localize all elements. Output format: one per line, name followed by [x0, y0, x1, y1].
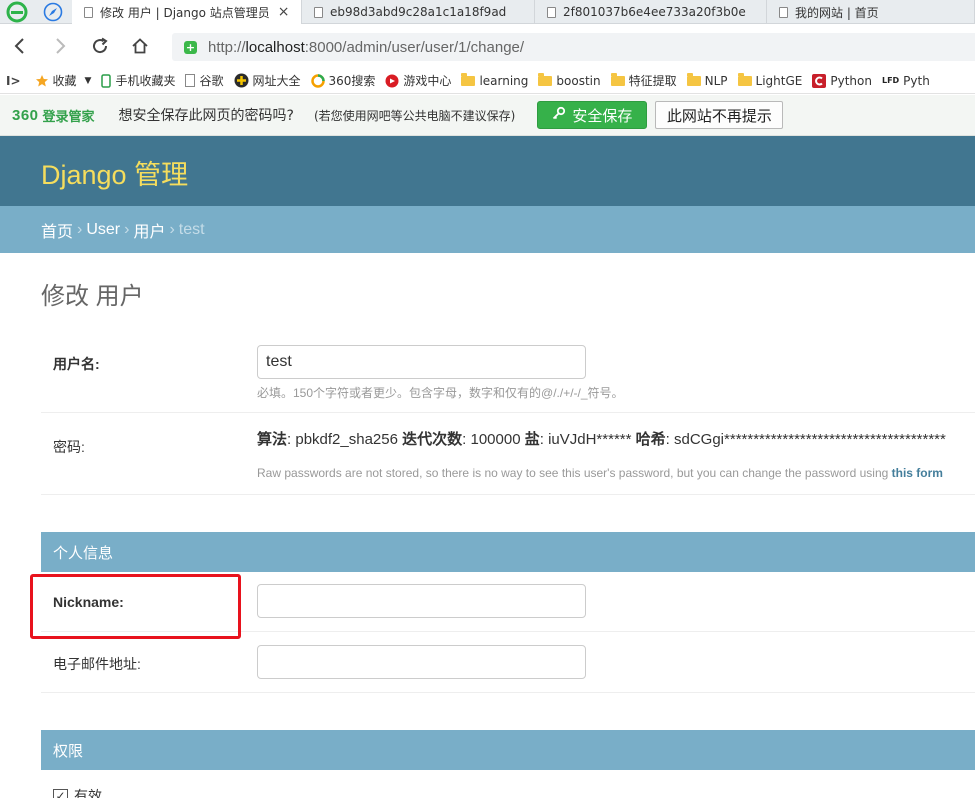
- active-checkbox[interactable]: ✓: [53, 788, 68, 798]
- email-label: 电子邮件地址:: [53, 656, 141, 672]
- tab-hash-2[interactable]: 2f801037b6e4ee733a20f3b0e: [535, 0, 767, 24]
- login-manager-label: 登录管家: [42, 109, 95, 125]
- navigation-compass-icon[interactable]: [34, 0, 72, 23]
- bookmark-google[interactable]: 谷歌: [185, 72, 224, 89]
- username-input[interactable]: [257, 345, 586, 379]
- folder-icon: [737, 72, 752, 86]
- username-help: 必填。150个字符或者更少。包含字母，数字和仅有的@/./+/-/_符号。: [257, 386, 624, 400]
- plus-globe-icon: [234, 73, 249, 88]
- public-computer-note: (若您使用网吧等公共电脑不建议保存): [313, 108, 516, 123]
- bookmark-python[interactable]: Python: [812, 73, 872, 88]
- game-icon: [385, 74, 399, 88]
- admin-header: Django 管理: [0, 136, 975, 206]
- bookmark-site-directory[interactable]: 网址大全: [234, 72, 301, 89]
- form-row-username: 用户名: 必填。150个字符或者更少。包含字母，数字和仅有的@/./+/-/_符…: [41, 334, 975, 413]
- tab-label: 修改 用户 | Django 站点管理员: [100, 5, 270, 20]
- never-prompt-button[interactable]: 此网站不再提示: [655, 101, 784, 129]
- form-row-password: 密码: 算法: pbkdf2_sha256 迭代次数: 100000 盐: iu…: [41, 413, 975, 495]
- bookmark-python-lfd[interactable]: LFD Pyth: [882, 74, 930, 88]
- search360-icon: [310, 73, 325, 88]
- browser-tab-bar: 修改 用户 | Django 站点管理员 × eb98d3abd9c28a1c1…: [0, 0, 975, 24]
- bookmark-folder-lightgbm[interactable]: LightGE: [737, 72, 802, 88]
- address-bar-row: + http://localhost:8000/admin/user/user/…: [0, 24, 975, 68]
- chevron-down-icon: ▼: [84, 75, 92, 86]
- password-hash-summary: 算法: pbkdf2_sha256 迭代次数: 100000 盐: iuVJdH…: [257, 431, 946, 448]
- bookmark-folder-learning[interactable]: learning: [461, 72, 528, 88]
- 360-logo: 360: [12, 106, 39, 124]
- change-password-link[interactable]: this form: [892, 466, 943, 480]
- secure-plus-icon: +: [184, 40, 197, 54]
- page-icon: [185, 74, 196, 87]
- personal-info-heading: 个人信息: [41, 532, 975, 572]
- close-icon[interactable]: ×: [278, 4, 290, 20]
- page-icon: [779, 6, 788, 18]
- c-icon: [812, 73, 827, 88]
- bookmark-folder-feature-extraction[interactable]: 特征提取: [610, 72, 677, 89]
- tab-admin-change-user[interactable]: 修改 用户 | Django 站点管理员 ×: [72, 0, 302, 24]
- nickname-input[interactable]: [257, 584, 586, 618]
- star-icon: [35, 74, 49, 88]
- permissions-heading: 权限: [41, 730, 975, 770]
- folder-icon: [461, 72, 476, 86]
- breadcrumb-app[interactable]: User: [86, 221, 120, 239]
- active-checkbox-row[interactable]: ✓ 有效: [53, 786, 102, 798]
- forward-arrow-icon: [56, 38, 66, 54]
- form-row-email: 电子邮件地址:: [41, 632, 975, 693]
- secure-save-button[interactable]: 安全保存: [537, 101, 648, 129]
- tab-my-site[interactable]: 我的网站 | 首页: [767, 0, 975, 24]
- refresh-button[interactable]: [80, 24, 120, 68]
- breadcrumb-separator: ›: [169, 220, 175, 238]
- tab-label: 2f801037b6e4ee733a20f3b0e: [563, 5, 746, 19]
- home-button[interactable]: [120, 24, 160, 68]
- bookmark-folder-nlp[interactable]: NLP: [686, 72, 728, 88]
- email-input[interactable]: [257, 645, 586, 679]
- back-button[interactable]: [0, 24, 40, 68]
- site-title[interactable]: Django 管理: [41, 153, 188, 192]
- tab-label: 我的网站 | 首页: [795, 5, 879, 20]
- annotation-highlight-box: [30, 574, 241, 639]
- tab-hash-1[interactable]: eb98d3abd9c28a1c1a18f9ad: [302, 0, 535, 24]
- breadcrumb-home[interactable]: 首页: [41, 218, 73, 242]
- url-text: http://localhost:8000/admin/user/user/1/…: [208, 38, 525, 56]
- breadcrumb-separator: ›: [77, 220, 83, 238]
- breadcrumb-current: test: [178, 220, 205, 238]
- password-help: Raw passwords are not stored, so there i…: [257, 466, 943, 480]
- browser-logo-icon: [0, 0, 34, 23]
- bookmarks-more-button[interactable]: I>: [6, 74, 21, 88]
- refresh-icon: [93, 37, 108, 54]
- breadcrumb-separator: ›: [124, 220, 130, 238]
- url-field[interactable]: + http://localhost:8000/admin/user/user/…: [172, 33, 975, 61]
- lfd-icon: LFD: [881, 76, 900, 85]
- active-label: 有效: [74, 789, 102, 798]
- forward-button[interactable]: [40, 24, 80, 68]
- folder-icon: [538, 72, 553, 86]
- phone-icon: [101, 73, 112, 88]
- bookmarks-bar: I> 收藏 ▼ 手机收藏夹 谷歌 网址大全 360搜索 游戏中心 learnin…: [0, 68, 975, 94]
- page-icon: [547, 6, 556, 18]
- page-icon: [314, 6, 323, 18]
- breadcrumb: 首页 › User › 用户 › test: [0, 206, 975, 253]
- password-manager-bar: 360 登录管家 想安全保存此网页的密码吗? (若您使用网吧等公共电脑不建议保存…: [0, 95, 975, 136]
- bookmark-favorites[interactable]: 收藏 ▼: [35, 72, 92, 89]
- folder-icon: [610, 72, 625, 86]
- key-icon: [552, 106, 566, 124]
- bookmark-360-search[interactable]: 360搜索: [310, 72, 375, 89]
- home-icon: [132, 38, 148, 54]
- back-arrow-icon: [14, 38, 24, 54]
- password-label: 密码:: [53, 439, 85, 455]
- folder-icon: [686, 72, 701, 86]
- page-title: 修改 用户: [41, 283, 144, 310]
- tab-label: eb98d3abd9c28a1c1a18f9ad: [330, 5, 507, 19]
- breadcrumb-model[interactable]: 用户: [133, 218, 165, 242]
- username-label: 用户名:: [53, 356, 100, 372]
- save-password-question: 想安全保存此网页的密码吗?: [118, 108, 294, 124]
- bookmark-folder-boosting[interactable]: boostin: [538, 72, 601, 88]
- bookmark-game-center[interactable]: 游戏中心: [385, 72, 451, 89]
- page-icon: [84, 6, 93, 18]
- bookmark-mobile-favorites[interactable]: 手机收藏夹: [101, 72, 175, 89]
